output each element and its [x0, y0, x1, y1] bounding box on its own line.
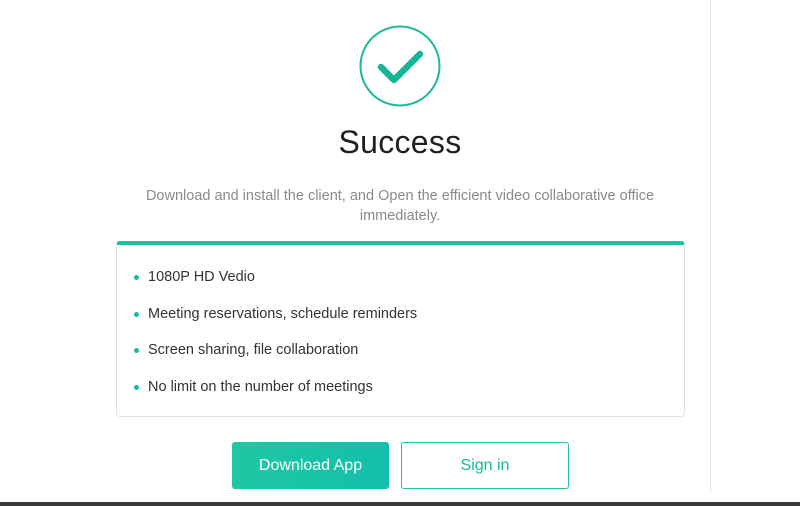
download-app-button[interactable]: Download App: [232, 442, 389, 489]
list-item: Meeting reservations, schedule reminders: [134, 306, 417, 343]
feature-label: 1080P HD Vedio: [148, 269, 255, 285]
list-item: Screen sharing, file collaboration: [134, 342, 417, 379]
sign-in-button[interactable]: Sign in: [401, 442, 569, 489]
feature-label: Screen sharing, file collaboration: [148, 342, 359, 358]
vertical-divider: [710, 0, 711, 492]
features-list: 1080P HD Vedio Meeting reservations, sch…: [134, 269, 417, 415]
bullet-dot-icon: [134, 275, 139, 280]
feature-label: No limit on the number of meetings: [148, 378, 373, 395]
bullet-dot-icon: [134, 384, 139, 390]
check-circle-icon: [359, 25, 441, 107]
feature-label: Meeting reservations, schedule reminders: [148, 305, 418, 322]
page-title: Success: [338, 124, 462, 160]
bullet-dot-icon: [134, 348, 139, 353]
success-page: Success Download and install the client,…: [0, 0, 800, 506]
bottom-border: [0, 502, 800, 506]
list-item: 1080P HD Vedio: [134, 269, 417, 306]
success-description: Download and install the client, and Ope…: [145, 188, 655, 224]
bullet-dot-icon: [134, 311, 139, 317]
features-card: 1080P HD Vedio Meeting reservations, sch…: [116, 241, 685, 417]
list-item: No limit on the number of meetings: [134, 379, 417, 416]
